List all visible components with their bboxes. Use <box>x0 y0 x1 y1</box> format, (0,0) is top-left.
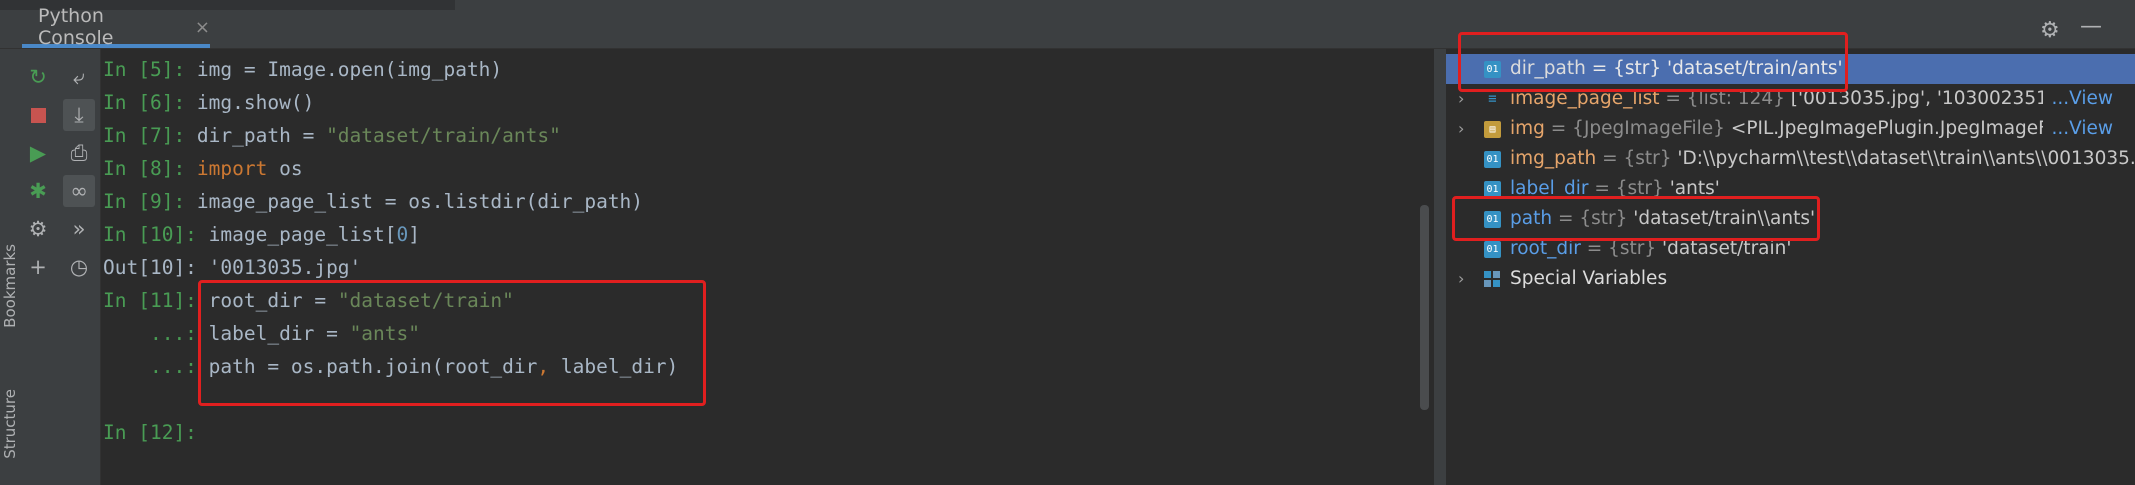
scroll-to-end-icon[interactable]: ⤓ <box>63 99 95 131</box>
console-line: In [5]: img = Image.open(img_path) <box>103 55 502 85</box>
prompt: In [6]: <box>103 91 197 114</box>
close-icon[interactable]: × <box>195 17 210 38</box>
grid-glyph <box>1484 271 1500 287</box>
console-scrollbar[interactable] <box>1420 205 1429 410</box>
run-icon[interactable]: ▶ <box>22 137 54 169</box>
prompt: In [7]: <box>103 124 197 147</box>
top-strip <box>0 0 2135 10</box>
prompt: ...: <box>103 355 209 378</box>
code-token: ] <box>408 223 421 246</box>
code-token: 0 <box>396 223 409 246</box>
variable-type: {JpegImageFile} <box>1572 118 1725 139</box>
console-output[interactable]: In [5]: img = Image.open(img_path) In [6]… <box>101 49 1421 485</box>
code-token: dir_path = <box>196 124 327 147</box>
code-token: img = Image.open(img_path) <box>196 58 503 81</box>
settings-icon[interactable]: ⚙ <box>22 213 54 245</box>
equals-sign: = <box>1544 118 1573 139</box>
bookmarks-tab[interactable]: Bookmarks <box>1 244 19 328</box>
rerun-icon[interactable]: ↻ <box>22 61 54 93</box>
variable-text: img = {JpegImageFile} <PIL.JpegImagePlug… <box>1510 114 2080 144</box>
gear-icon[interactable]: ⚙ <box>2040 18 2060 43</box>
special-variables-icon <box>1484 271 1501 288</box>
string-icon: 01 <box>1484 241 1501 258</box>
left-tool-strip: Bookmarks Structure <box>0 49 19 485</box>
history-icon[interactable]: ◷ <box>63 251 95 283</box>
print-icon[interactable]: ⎙ <box>63 137 95 169</box>
prompt: Out[10]: <box>103 256 209 279</box>
string-icon: 01 <box>1484 151 1501 168</box>
console-line: In [7]: dir_path = "dataset/train/ants" <box>103 121 561 151</box>
tab-title: Python Console <box>38 5 114 49</box>
highlight-box-path <box>1452 196 1820 241</box>
variable-row[interactable]: › Special Variables <box>1446 264 2135 294</box>
variable-value: 'D:\\pycharm\\test\\dataset\\train\\ants… <box>1677 148 2135 169</box>
soft-wrap-icon[interactable]: ⤶ <box>63 61 95 93</box>
code-token: '0013035.jpg' <box>208 256 362 279</box>
variables-panel: 01 dir_path = {str} 'dataset/train/ants' ›… <box>1446 49 2135 485</box>
stop-square <box>30 107 46 123</box>
variable-name: img_path <box>1510 148 1597 169</box>
variable-row[interactable]: › ▤ img = {JpegImageFile} <PIL.JpegImagePl… <box>1446 114 2135 144</box>
code-token: import <box>196 157 280 180</box>
variable-name: img <box>1510 118 1545 139</box>
console-line: In [12]: <box>103 418 209 448</box>
variable-text: img_path = {str} 'D:\\pycharm\\test\\dat… <box>1510 144 2135 174</box>
variable-value: <PIL.JpegImagePlugin.JpegImageFile i <box>1730 118 2081 139</box>
code-token: os <box>279 157 303 180</box>
prompt: In [9]: <box>103 190 197 213</box>
highlight-box-dir-path <box>1458 32 1848 92</box>
view-link[interactable]: ...View <box>2043 114 2113 144</box>
stop-icon[interactable] <box>22 99 54 131</box>
variable-name: root_dir <box>1510 238 1581 259</box>
object-icon: ▤ <box>1484 121 1501 138</box>
minimize-icon[interactable]: — <box>2080 14 2102 39</box>
list-icon: ≡ <box>1488 91 1497 107</box>
add-icon[interactable]: + <box>22 251 54 283</box>
code-token: image_page_list[ <box>208 223 397 246</box>
code-token: "dataset/train/ants" <box>326 124 561 147</box>
prompt: In [8]: <box>103 157 197 180</box>
equals-sign: = <box>1596 148 1624 169</box>
variable-type: {str} <box>1608 238 1657 259</box>
console-view-toolbar: ⤶ ⤓ ⎙ ∞ » ◷ <box>58 49 101 485</box>
view-link[interactable]: ...View <box>2043 84 2113 114</box>
variable-value: 'dataset/train' <box>1662 238 1792 259</box>
prompt: In [11]: <box>103 289 209 312</box>
variable-row[interactable]: 01 img_path = {str} 'D:\\pycharm\\test\\d… <box>1446 144 2135 174</box>
console-line: Out[10]: '0013035.jpg' <box>103 253 361 283</box>
prompt: ...: <box>103 322 209 345</box>
chevron-right-icon[interactable]: › <box>1458 264 1464 294</box>
console-line: In [9]: image_page_list = os.listdir(dir… <box>103 187 643 217</box>
highlight-box-code <box>198 280 706 406</box>
console-line: In [10]: image_page_list[0] <box>103 220 420 250</box>
chevron-right-icon[interactable]: › <box>1458 114 1464 144</box>
console-line: In [6]: img.show() <box>103 88 314 118</box>
variable-text: Special Variables <box>1510 264 1667 294</box>
execute-icon[interactable]: » <box>63 213 95 245</box>
variable-name: Special Variables <box>1510 268 1668 289</box>
panel-splitter[interactable] <box>1434 49 1446 485</box>
code-token: image_page_list = os.listdir(dir_path) <box>196 190 644 213</box>
show-variables-icon[interactable]: ∞ <box>63 175 95 207</box>
prompt: In [10]: <box>103 223 209 246</box>
structure-tab[interactable]: Structure <box>1 389 19 459</box>
prompt: In [12]: <box>103 421 209 444</box>
console-line: In [8]: import os <box>103 154 303 184</box>
equals-sign: = <box>1580 238 1609 259</box>
debug-icon[interactable]: ✱ <box>22 175 54 207</box>
console-actions-toolbar: ↻ ▶ ✱ ⚙ + <box>18 49 58 485</box>
tab-python-console[interactable]: Python Console × <box>22 5 210 49</box>
code-token: img.show() <box>196 91 315 114</box>
prompt: In [5]: <box>103 58 197 81</box>
variable-type: {str} <box>1623 148 1672 169</box>
